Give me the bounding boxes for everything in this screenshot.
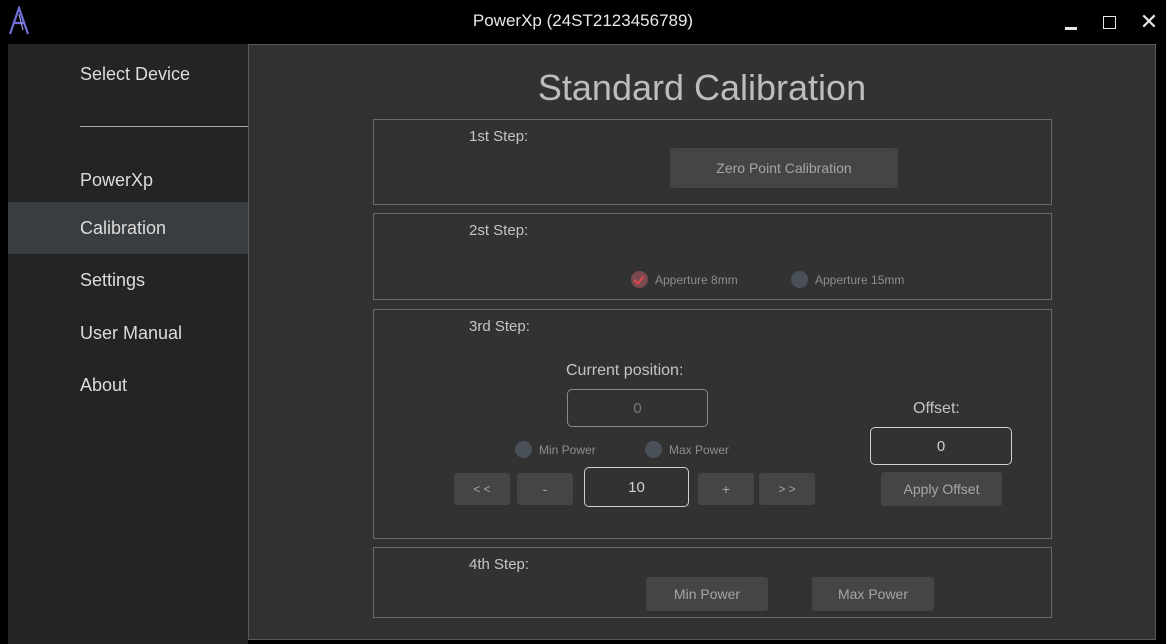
max-power-button[interactable]: Max Power: [812, 577, 934, 611]
aperture-15mm-radio[interactable]: Apperture 15mm: [791, 271, 904, 288]
sidebar-item-label: User Manual: [80, 322, 183, 343]
close-button[interactable]: ✕: [1138, 9, 1160, 34]
minimize-button[interactable]: [1060, 10, 1082, 34]
sidebar-item-user-manual[interactable]: User Manual: [8, 307, 248, 359]
current-position-field: 0: [567, 389, 708, 427]
sidebar-item-settings[interactable]: Settings: [8, 254, 248, 306]
sidebar: Select Device PowerXp Calibration Settin…: [8, 44, 248, 644]
step3-group: 3rd Step: Current position: 0 Min Power …: [373, 309, 1052, 539]
fast-forward-button[interactable]: > >: [759, 473, 815, 505]
decrement-button[interactable]: -: [517, 473, 573, 505]
minimize-icon: [1065, 26, 1077, 30]
step2-label: 2st Step:: [469, 222, 529, 239]
sidebar-item-label: Settings: [80, 269, 146, 290]
min-power-button[interactable]: Min Power: [646, 577, 768, 611]
min-power-radio[interactable]: Min Power: [515, 441, 596, 458]
step1-group: 1st Step: Zero Point Calibration: [373, 119, 1052, 205]
radio-label: Apperture 8mm: [655, 272, 738, 287]
step4-label: 4th Step:: [469, 556, 530, 573]
sidebar-item-label: Calibration: [80, 217, 167, 238]
maximize-icon: [1102, 15, 1116, 29]
close-icon: ✕: [1139, 9, 1159, 34]
sidebar-item-powerxp[interactable]: PowerXp: [8, 154, 248, 206]
sidebar-item-label: About: [80, 374, 128, 395]
increment-button[interactable]: +: [698, 473, 754, 505]
page-title: Standard Calibration: [537, 67, 867, 108]
step-size-input[interactable]: 10: [584, 467, 689, 507]
sidebar-item-calibration[interactable]: Calibration: [8, 202, 248, 254]
radio-unchecked-icon: [791, 271, 808, 288]
apply-offset-button[interactable]: Apply Offset: [881, 472, 1002, 506]
zero-point-calibration-button[interactable]: Zero Point Calibration: [670, 148, 898, 188]
title-bar: PowerXp (24ST2123456789) ✕: [0, 0, 1166, 44]
sidebar-divider: [80, 126, 248, 127]
fast-back-button[interactable]: < <: [454, 473, 510, 505]
sidebar-item-label: PowerXp: [80, 169, 154, 190]
offset-label: Offset:: [913, 400, 960, 417]
radio-label: Min Power: [539, 442, 596, 457]
current-position-label: Current position:: [566, 362, 684, 379]
radio-label: Apperture 15mm: [815, 272, 905, 287]
step3-label: 3rd Step:: [469, 318, 530, 335]
aperture-8mm-radio[interactable]: Apperture 8mm: [631, 271, 738, 288]
sidebar-item-about[interactable]: About: [8, 359, 248, 411]
step4-group: 4th Step: Min Power Max Power: [373, 547, 1052, 618]
max-power-radio[interactable]: Max Power: [645, 441, 729, 458]
maximize-button[interactable]: [1098, 10, 1120, 34]
offset-input[interactable]: 0: [870, 427, 1012, 465]
window-title: PowerXp (24ST2123456789): [472, 11, 694, 30]
step2-group: 2st Step: Apperture 8mm Apperture 15mm: [373, 213, 1052, 300]
radio-checked-icon: [631, 271, 648, 288]
select-device-link[interactable]: Select Device: [80, 64, 190, 85]
radio-unchecked-icon: [645, 441, 662, 458]
radio-unchecked-icon: [515, 441, 532, 458]
step1-label: 1st Step:: [469, 128, 529, 145]
main-panel: Standard Calibration 1st Step: Zero Poin…: [248, 44, 1156, 640]
radio-label: Max Power: [669, 442, 730, 457]
